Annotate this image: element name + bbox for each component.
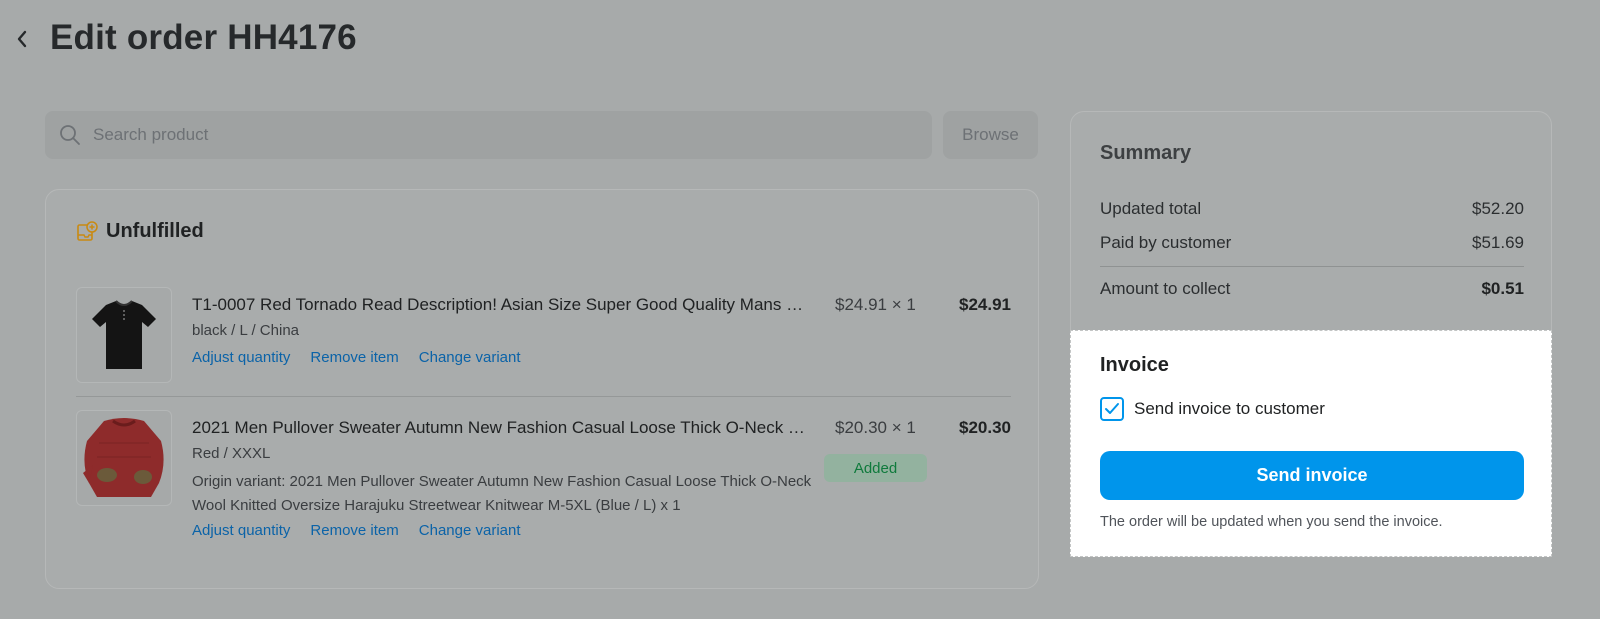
adjust-quantity-link[interactable]: Adjust quantity — [192, 349, 290, 366]
change-variant-link[interactable]: Change variant — [419, 349, 521, 366]
unfulfilled-card: Unfulfilled T1-0007 Red Tornado Read Des… — [45, 189, 1039, 589]
summary-divider — [1100, 266, 1524, 267]
change-variant-link[interactable]: Change variant — [419, 522, 521, 539]
summary-label: Updated total — [1100, 199, 1202, 218]
invoice-panel: Invoice Send invoice to customer Send in… — [1070, 330, 1552, 557]
summary-label: Paid by customer — [1100, 233, 1232, 252]
back-button[interactable] — [12, 26, 32, 52]
product-search-box[interactable] — [45, 111, 932, 159]
send-invoice-checkbox-row[interactable]: Send invoice to customer — [1100, 397, 1325, 421]
item-variant: Red / XXXL — [192, 445, 271, 462]
checkmark-icon — [1105, 403, 1119, 414]
line-item: T1-0007 Red Tornado Read Description! As… — [76, 287, 1011, 397]
item-price: $20.30 × 1 — [835, 418, 916, 437]
item-total: $20.30 — [959, 418, 1011, 437]
item-price: $24.91 × 1 — [835, 295, 916, 314]
summary-title: Summary — [1100, 142, 1192, 164]
summary-value: $0.51 — [1481, 279, 1524, 298]
added-badge: Added — [824, 454, 927, 482]
invoice-note: The order will be updated when you send … — [1100, 514, 1443, 530]
fulfillment-box-icon — [77, 220, 98, 241]
invoice-title: Invoice — [1100, 354, 1169, 376]
item-actions: Adjust quantity Remove item Change varia… — [192, 522, 521, 539]
chevron-left-icon — [17, 30, 27, 48]
page-header: Edit order HH4176 — [0, 0, 1600, 80]
remove-item-link[interactable]: Remove item — [310, 522, 398, 539]
product-thumbnail — [76, 410, 172, 506]
summary-value: $52.20 — [1472, 199, 1524, 218]
summary-row-updated-total: Updated total $52.20 — [1100, 199, 1524, 219]
send-invoice-button[interactable]: Send invoice — [1100, 451, 1524, 500]
page-title: Edit order HH4176 — [50, 18, 357, 57]
item-name: T1-0007 Red Tornado Read Description! As… — [192, 295, 812, 314]
adjust-quantity-link[interactable]: Adjust quantity — [192, 522, 290, 539]
sweater-image — [83, 418, 164, 497]
line-item: 2021 Men Pullover Sweater Autumn New Fas… — [76, 410, 1011, 570]
send-invoice-checkbox[interactable] — [1100, 397, 1124, 421]
unfulfilled-title: Unfulfilled — [106, 220, 204, 242]
search-icon — [60, 125, 80, 145]
remove-item-link[interactable]: Remove item — [310, 349, 398, 366]
item-total: $24.91 — [959, 295, 1011, 314]
item-actions: Adjust quantity Remove item Change varia… — [192, 349, 521, 366]
item-name: 2021 Men Pullover Sweater Autumn New Fas… — [192, 418, 812, 437]
summary-value: $51.69 — [1472, 233, 1524, 252]
unfulfilled-header: Unfulfilled — [76, 220, 204, 243]
search-input[interactable] — [93, 125, 873, 145]
item-variant: black / L / China — [192, 322, 299, 339]
checkbox-label: Send invoice to customer — [1134, 399, 1325, 418]
tshirt-image — [92, 300, 156, 369]
summary-row-amount-to-collect: Amount to collect $0.51 — [1100, 279, 1524, 299]
product-thumbnail — [76, 287, 172, 383]
origin-variant-note: Origin variant: 2021 Men Pullover Sweate… — [192, 473, 812, 514]
browse-button[interactable]: Browse — [943, 111, 1038, 159]
summary-label: Amount to collect — [1100, 279, 1231, 298]
summary-row-paid-by-customer: Paid by customer $51.69 — [1100, 233, 1524, 253]
